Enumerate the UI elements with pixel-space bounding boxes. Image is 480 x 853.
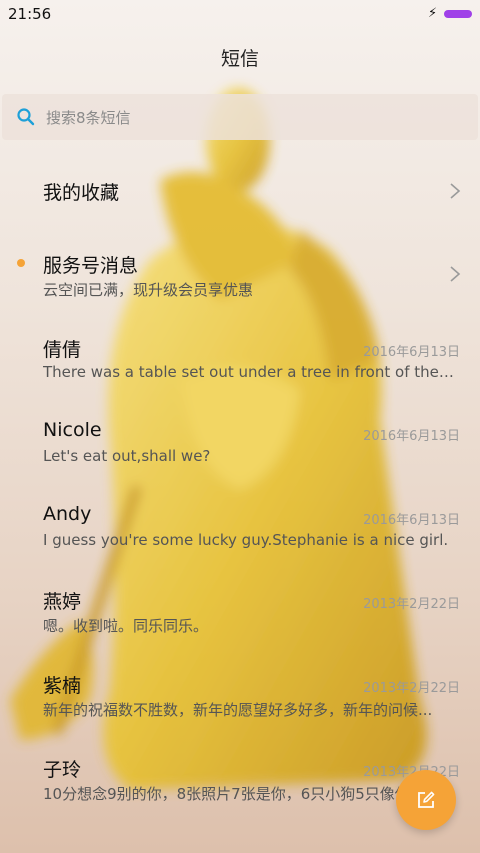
chevron-right-icon	[450, 183, 461, 199]
message-preview: 新年的祝福数不胜数，新年的愿望好多好多，新年的问候...	[43, 701, 433, 719]
service-preview: 云空间已满，现升级会员享优惠	[43, 281, 254, 299]
unread-dot	[17, 259, 25, 267]
contact-name: Nicole	[43, 419, 102, 441]
conversation-row[interactable]: Nicole 2016年6月13日 Let's eat out,shall we…	[0, 402, 480, 486]
conversation-row[interactable]: Andy 2016年6月13日 I guess you're some luck…	[0, 486, 480, 570]
contact-name: 燕婷	[43, 591, 82, 613]
search-placeholder: 搜索8条短信	[46, 109, 131, 127]
message-preview: There was a table set out under a tree i…	[43, 363, 458, 381]
message-date: 2016年6月13日	[363, 345, 460, 360]
conversation-row[interactable]: 燕婷 2013年2月22日 嗯。收到啦。同乐同乐。	[0, 570, 480, 654]
battery-icon	[444, 10, 472, 18]
contact-name: Andy	[43, 503, 92, 525]
page-title: 短信	[220, 48, 259, 70]
conversation-row[interactable]: 倩倩 2016年6月13日 There was a table set out …	[0, 318, 480, 402]
contact-name: 倩倩	[43, 339, 82, 361]
contact-name: 紫楠	[43, 675, 82, 697]
compose-button[interactable]	[396, 770, 456, 830]
message-date: 2016年6月13日	[363, 513, 460, 528]
list-item-service-messages[interactable]: 服务号消息 云空间已满，现升级会员享优惠	[0, 234, 480, 318]
status-bar: 21:56 ⚡	[0, 0, 480, 28]
message-preview: 嗯。收到啦。同乐同乐。	[43, 617, 209, 635]
search-icon	[17, 108, 35, 126]
message-date: 2016年6月13日	[363, 429, 460, 444]
service-name: 服务号消息	[43, 255, 139, 277]
favorites-label: 我的收藏	[43, 182, 120, 204]
contact-name: 子玲	[43, 759, 82, 781]
compose-icon	[418, 791, 435, 808]
status-time: 21:56	[8, 5, 52, 23]
list-item-favorites[interactable]: 我的收藏	[0, 150, 480, 234]
conversation-row[interactable]: 紫楠 2013年2月22日 新年的祝福数不胜数，新年的愿望好多好多，新年的问候.…	[0, 654, 480, 738]
message-date: 2013年2月22日	[363, 681, 460, 696]
chevron-right-icon	[450, 266, 461, 282]
bolt-icon: ⚡	[428, 6, 438, 21]
message-date: 2013年2月22日	[363, 597, 460, 612]
search-input[interactable]: 搜索8条短信	[2, 94, 478, 140]
message-preview: Let's eat out,shall we?	[43, 447, 211, 465]
message-preview: I guess you're some lucky guy.Stephanie …	[43, 531, 449, 549]
